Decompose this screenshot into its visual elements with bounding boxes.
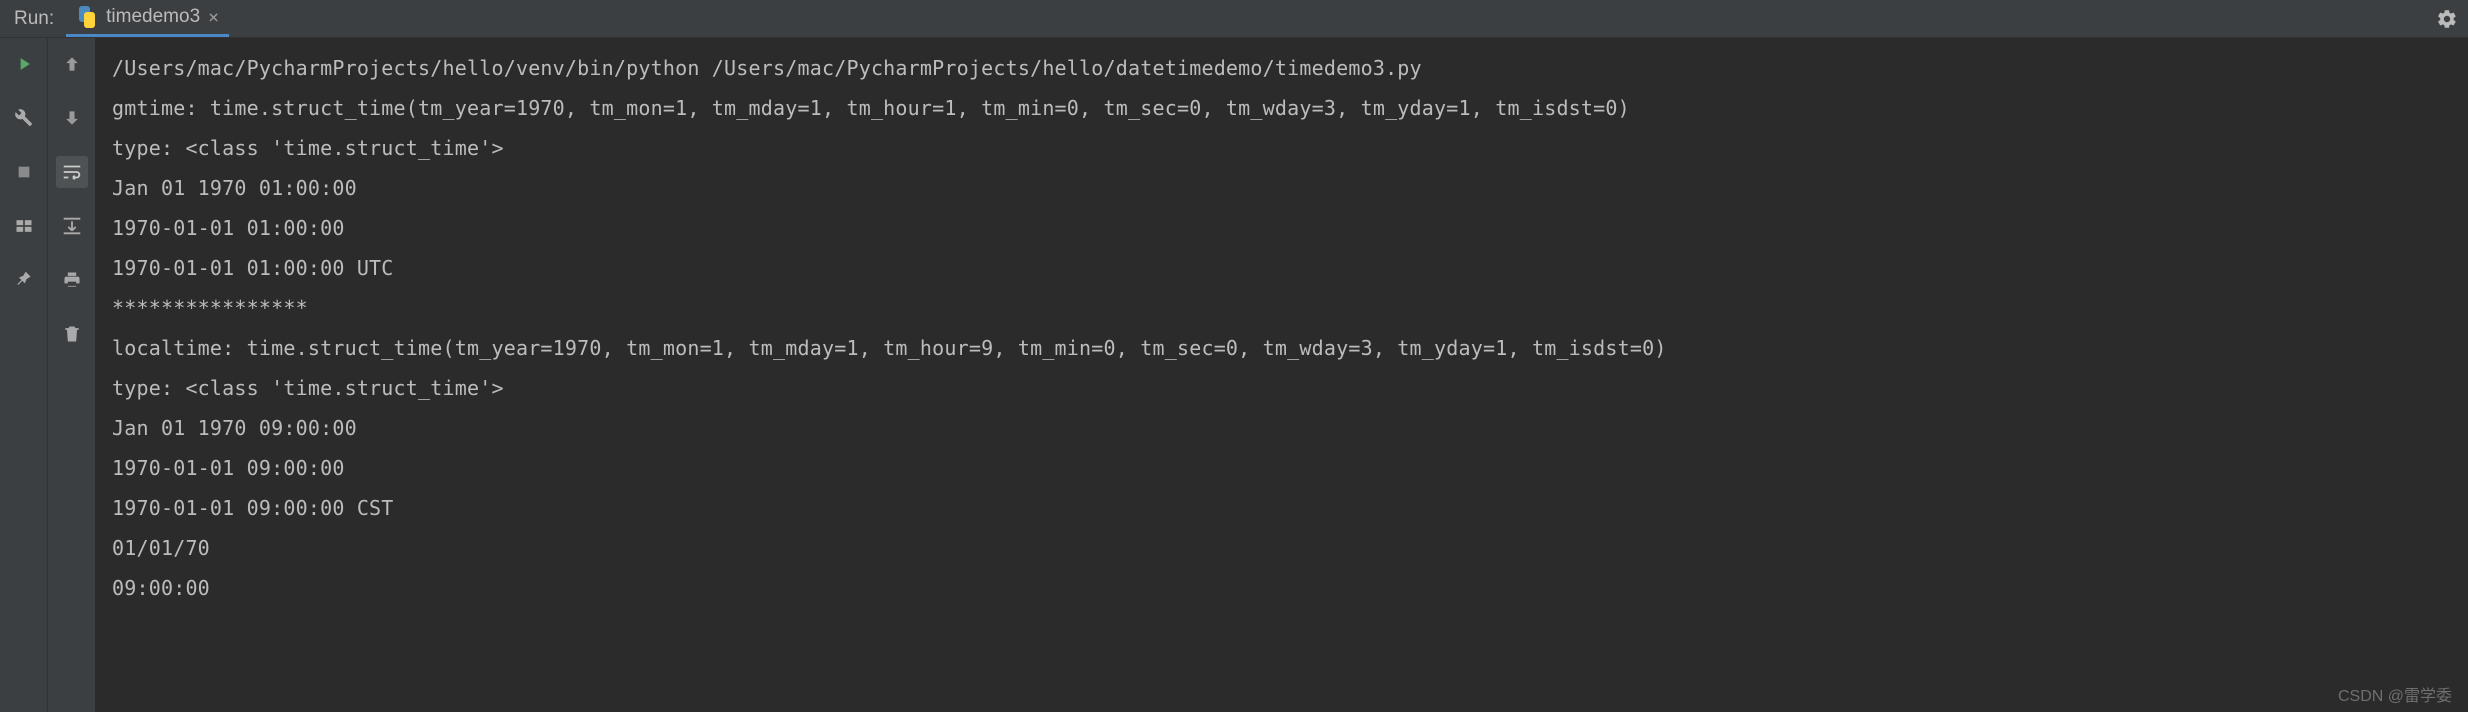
print-button[interactable] [56,264,88,296]
console-line: 1970-01-01 09:00:00 [112,448,2468,488]
run-icon [14,54,34,74]
edit-config-button[interactable] [8,102,40,134]
clear-all-button[interactable] [56,318,88,350]
console-output[interactable]: /Users/mac/PycharmProjects/hello/venv/bi… [96,38,2468,712]
trash-icon [62,324,82,344]
arrow-up-icon [62,54,82,74]
console-line: 1970-01-01 01:00:00 [112,208,2468,248]
python-file-icon [76,6,98,28]
layout-icon [14,216,34,236]
close-icon[interactable]: × [208,7,219,28]
run-toolbar-primary [0,38,48,712]
console-line: 09:00:00 [112,568,2468,608]
console-line: type: <class 'time.struct_time'> [112,128,2468,168]
print-icon [62,270,82,290]
settings-button[interactable] [2436,8,2458,30]
rerun-button[interactable] [8,48,40,80]
up-stack-button[interactable] [56,48,88,80]
run-tool-body: /Users/mac/PycharmProjects/hello/venv/bi… [0,38,2468,712]
run-tool-header: Run: timedemo3 × [0,0,2468,38]
soft-wrap-button[interactable] [56,156,88,188]
down-stack-button[interactable] [56,102,88,134]
scroll-to-end-button[interactable] [56,210,88,242]
stop-button[interactable] [8,156,40,188]
run-tab-label: timedemo3 [106,6,200,28]
console-line: Jan 01 1970 09:00:00 [112,408,2468,448]
wrench-icon [14,108,34,128]
scroll-to-end-icon [61,215,83,237]
run-toolbar-secondary [48,38,96,712]
run-tab[interactable]: timedemo3 × [66,0,229,37]
soft-wrap-icon [61,161,83,183]
console-line: gmtime: time.struct_time(tm_year=1970, t… [112,88,2468,128]
layout-button[interactable] [8,210,40,242]
console-line: type: <class 'time.struct_time'> [112,368,2468,408]
pin-icon [14,270,34,290]
console-line: /Users/mac/PycharmProjects/hello/venv/bi… [112,48,2468,88]
gear-icon [2436,8,2458,30]
stop-icon [16,164,32,180]
pin-button[interactable] [8,264,40,296]
console-line: localtime: time.struct_time(tm_year=1970… [112,328,2468,368]
console-line: 1970-01-01 01:00:00 UTC [112,248,2468,288]
console-line: 01/01/70 [112,528,2468,568]
watermark: CSDN @雷学委 [2338,682,2452,706]
console-line: **************** [112,288,2468,328]
console-line: Jan 01 1970 01:00:00 [112,168,2468,208]
run-label: Run: [0,8,66,30]
console-line: 1970-01-01 09:00:00 CST [112,488,2468,528]
arrow-down-icon [62,108,82,128]
